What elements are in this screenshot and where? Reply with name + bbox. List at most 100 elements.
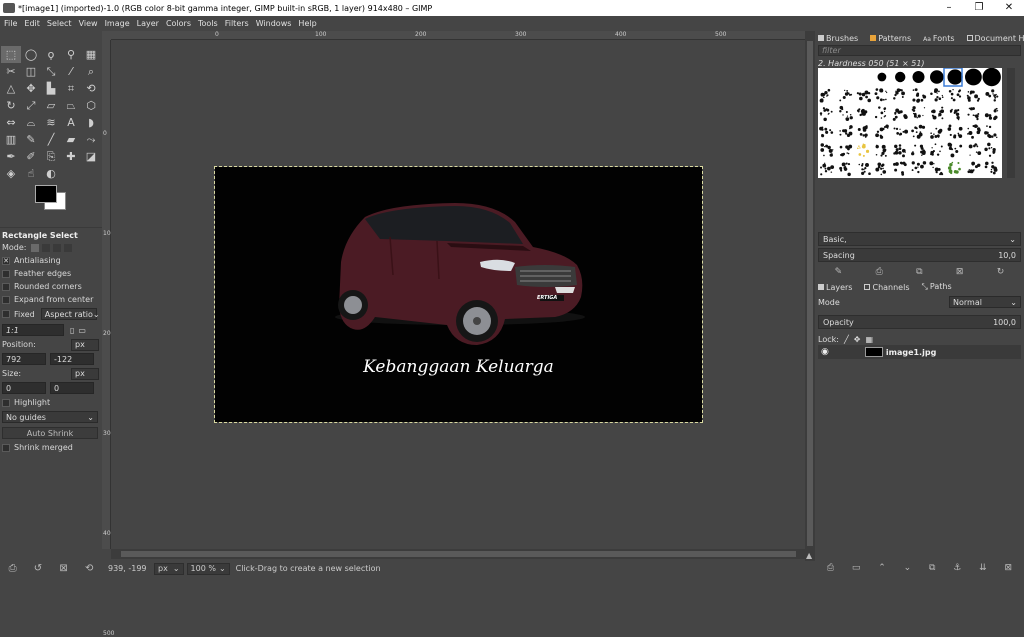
tool-paths-icon[interactable]: ⤡ bbox=[41, 63, 61, 80]
lower-layer-icon[interactable]: ⌄ bbox=[904, 563, 912, 573]
size-w-input[interactable]: 0 bbox=[2, 382, 46, 394]
lock-alpha-icon[interactable]: ▦ bbox=[865, 335, 873, 344]
ruler-corner[interactable] bbox=[102, 31, 111, 40]
guides-select[interactable]: No guides ⌄ bbox=[2, 411, 98, 423]
lock-position-icon[interactable]: ✥ bbox=[854, 335, 861, 344]
close-button[interactable]: ✕ bbox=[994, 0, 1024, 16]
tool-3d-transform-icon[interactable]: ⬡ bbox=[81, 97, 101, 114]
menu-layer[interactable]: Layer bbox=[137, 19, 159, 28]
duplicate-layer-icon[interactable]: ⧉ bbox=[929, 563, 935, 573]
tool-warp-icon[interactable]: ≋ bbox=[41, 114, 61, 131]
highlight-option[interactable]: Highlight bbox=[0, 396, 102, 409]
menu-windows[interactable]: Windows bbox=[256, 19, 292, 28]
tool-select-by-color-icon[interactable]: ▦ bbox=[81, 46, 101, 63]
tool-rect-select-icon[interactable]: ⬚ bbox=[1, 46, 21, 63]
layer-mode-select[interactable]: Normal ⌄ bbox=[949, 296, 1021, 308]
tool-fuzzy-select-icon[interactable]: ⚲ bbox=[61, 46, 81, 63]
tab-brushes[interactable]: Brushes bbox=[818, 34, 864, 43]
tool-gradient-icon[interactable]: ▥ bbox=[1, 131, 21, 148]
tool-clone-icon[interactable]: ⎘ bbox=[41, 148, 61, 165]
delete-layer-icon[interactable]: ⊠ bbox=[1004, 563, 1012, 573]
tool-smudge-icon[interactable]: ☝ bbox=[21, 165, 41, 182]
menu-filters[interactable]: Filters bbox=[225, 19, 249, 28]
shrink-merged-checkbox[interactable] bbox=[2, 443, 10, 452]
tool-mypaint-brush-icon[interactable]: ✐ bbox=[21, 148, 41, 165]
brush-preset-select[interactable]: Basic, ⌄ bbox=[818, 232, 1021, 246]
tool-scale-icon[interactable]: ⤢ bbox=[21, 97, 41, 114]
mode-add-icon[interactable] bbox=[41, 243, 50, 252]
tool-crop-icon[interactable]: ⌗ bbox=[61, 80, 81, 97]
tool-ellipse-select-icon[interactable]: ◯ bbox=[21, 46, 41, 63]
menu-colors[interactable]: Colors bbox=[166, 19, 191, 28]
tool-airbrush-icon[interactable]: ⤳ bbox=[81, 131, 101, 148]
ratio-input[interactable]: 1:1 bbox=[2, 324, 64, 336]
tool-free-select-icon[interactable]: ϙ bbox=[41, 46, 61, 63]
delete-brush-icon[interactable]: ⊠ bbox=[956, 267, 964, 277]
size-h-input[interactable]: 0 bbox=[50, 382, 94, 394]
tool-eraser-icon[interactable]: ▰ bbox=[61, 131, 81, 148]
tool-cage-icon[interactable]: ⌓ bbox=[21, 114, 41, 131]
tool-pencil-icon[interactable]: ✎ bbox=[21, 131, 41, 148]
vertical-ruler[interactable]: 0 100 200 300 400 500 bbox=[102, 40, 114, 637]
tool-shear-icon[interactable]: ▱ bbox=[41, 97, 61, 114]
position-unit-select[interactable]: px bbox=[71, 338, 99, 351]
foreground-color[interactable] bbox=[35, 185, 57, 203]
canvas-area[interactable]: ERTIGA Kebanggaan Keluarga bbox=[111, 40, 805, 549]
new-brush-icon[interactable]: ⎙ bbox=[876, 267, 883, 277]
tab-patterns[interactable]: Patterns bbox=[870, 34, 917, 43]
menu-image[interactable]: Image bbox=[105, 19, 130, 28]
rounded-corners-checkbox[interactable] bbox=[2, 282, 10, 291]
spacing-input[interactable]: Spacing 10,0 bbox=[818, 248, 1021, 262]
brush-filter-input[interactable]: filter bbox=[818, 45, 1021, 56]
lock-pixels-icon[interactable]: ╱ bbox=[844, 335, 849, 344]
zoom-select[interactable]: 100 % ⌄ bbox=[186, 562, 230, 575]
menu-view[interactable]: View bbox=[79, 19, 98, 28]
menu-edit[interactable]: Edit bbox=[24, 19, 40, 28]
tab-document-history[interactable]: Document History bbox=[966, 34, 1024, 43]
highlight-checkbox[interactable] bbox=[2, 398, 10, 407]
auto-shrink-button[interactable]: Auto Shrink bbox=[2, 427, 98, 439]
raise-layer-icon[interactable]: ⌃ bbox=[878, 563, 886, 573]
brush-scrollbar[interactable] bbox=[1007, 68, 1015, 178]
tool-align-icon[interactable]: ▙ bbox=[41, 80, 61, 97]
feather-edges-option[interactable]: Feather edges bbox=[0, 267, 102, 280]
menu-tools[interactable]: Tools bbox=[198, 19, 218, 28]
tab-fonts[interactable]: Aa Fonts bbox=[923, 34, 960, 43]
maximize-button[interactable]: ❐ bbox=[964, 0, 994, 16]
menu-select[interactable]: Select bbox=[47, 19, 72, 28]
navigate-icon[interactable]: ▲ bbox=[806, 551, 812, 560]
mode-subtract-icon[interactable] bbox=[52, 243, 61, 252]
tool-scissors-icon[interactable]: ✂ bbox=[1, 63, 21, 80]
tab-layers[interactable]: Layers bbox=[818, 283, 858, 292]
tool-measure-icon[interactable]: △ bbox=[1, 80, 21, 97]
size-unit-select[interactable]: px bbox=[71, 367, 99, 380]
unit-select[interactable]: px ⌄ bbox=[154, 562, 184, 575]
tool-rotate-icon[interactable]: ↻ bbox=[1, 97, 21, 114]
tool-perspective-icon[interactable]: ⏢ bbox=[61, 97, 81, 114]
opacity-input[interactable]: Opacity 100,0 bbox=[818, 315, 1021, 329]
menu-help[interactable]: Help bbox=[298, 19, 316, 28]
feather-edges-checkbox[interactable] bbox=[2, 269, 10, 278]
rounded-corners-option[interactable]: Rounded corners bbox=[0, 280, 102, 293]
tool-dodge-burn-icon[interactable]: ◐ bbox=[41, 165, 61, 182]
horizontal-scrollbar[interactable] bbox=[111, 549, 805, 559]
mode-replace-icon[interactable] bbox=[30, 243, 39, 252]
refresh-brushes-icon[interactable]: ↻ bbox=[997, 267, 1005, 277]
fixed-mode-select[interactable]: Aspect ratio ⌄ bbox=[40, 308, 100, 320]
position-x-input[interactable]: 792 bbox=[2, 353, 46, 365]
tool-paintbrush-icon[interactable]: ╱ bbox=[41, 131, 61, 148]
tool-text-icon[interactable]: A bbox=[61, 114, 81, 131]
horizontal-ruler[interactable]: 0100200300400500600700800 bbox=[111, 31, 1024, 40]
tool-flip-icon[interactable]: ⇔ bbox=[1, 114, 21, 131]
eye-icon[interactable]: ◉ bbox=[821, 347, 829, 357]
tool-options-tabs[interactable] bbox=[0, 219, 102, 228]
anchor-layer-icon[interactable]: ⚓ bbox=[953, 563, 961, 573]
expand-from-center-checkbox[interactable] bbox=[2, 295, 10, 304]
tool-ink-icon[interactable]: ✒ bbox=[1, 148, 21, 165]
restore-options-icon[interactable]: ↺ bbox=[34, 563, 42, 574]
antialiasing-option[interactable]: ✕ Antialiasing bbox=[0, 254, 102, 267]
tool-perspective-clone-icon[interactable]: ◪ bbox=[81, 148, 101, 165]
vertical-scrollbar[interactable]: ▲ bbox=[805, 31, 815, 561]
save-options-icon[interactable]: ⎙ bbox=[9, 563, 17, 574]
tab-channels[interactable]: Channels bbox=[864, 283, 915, 292]
